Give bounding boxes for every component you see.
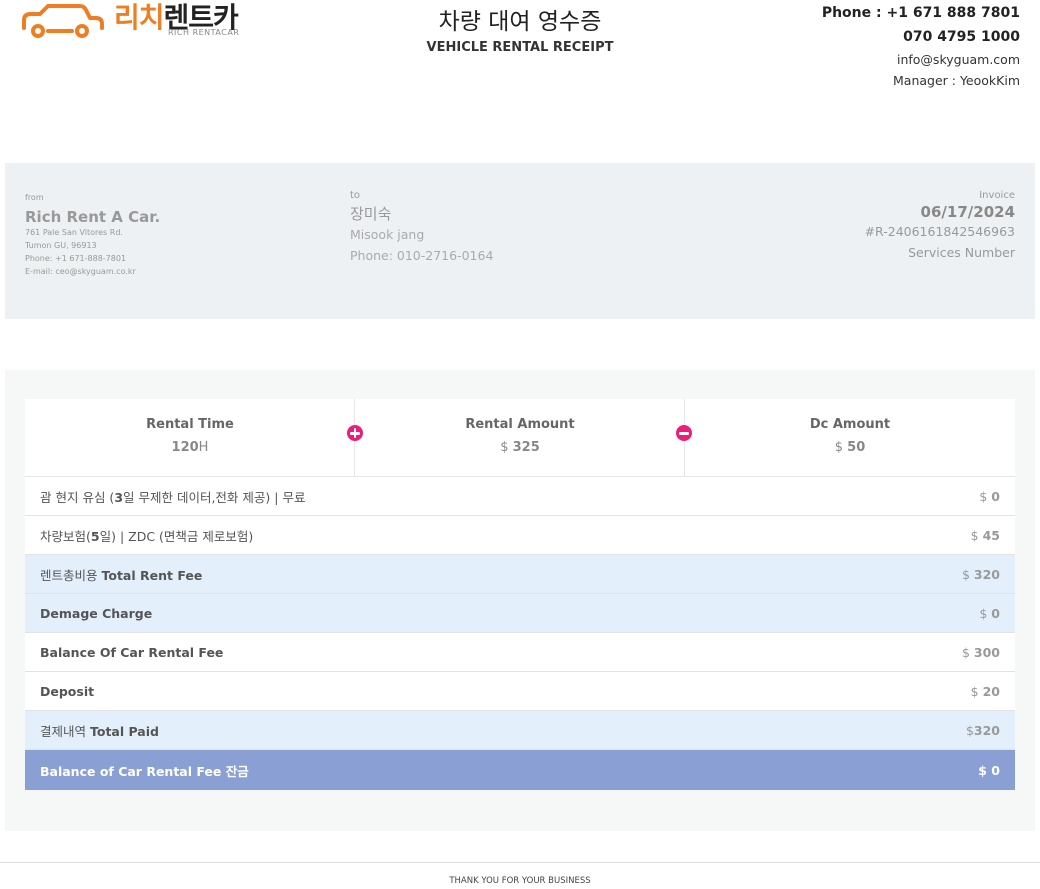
from-name: Rich Rent A Car.: [25, 208, 161, 226]
rental-time-cell: Rental Time 120H: [25, 399, 355, 476]
fee-amount: $ 0: [978, 762, 1000, 778]
fee-label: Balance of Car Rental Fee 잔금: [40, 763, 249, 779]
fee-amount: $ 45: [970, 527, 1000, 543]
invoice-label: Invoice: [979, 190, 1015, 201]
to-block: to 장미숙 Misook jang Phone: 010-2716-0164: [350, 190, 493, 266]
from-address-2: Tumon GU, 96913: [25, 241, 97, 250]
to-name-korean: 장미숙: [350, 205, 392, 223]
contact-phone-2: 070 4795 1000: [903, 29, 1020, 45]
to-phone: Phone: 010-2716-0164: [350, 248, 494, 263]
rental-amount-cell: Rental Amount $ 325: [355, 399, 685, 476]
contact-info: Phone : +1 671 888 7801 070 4795 1000 in…: [822, 4, 1020, 93]
fee-amount: $ 0: [979, 488, 1000, 504]
fee-row-usim: 괌 현지 유심 (3일 무제한 데이터,전화 제공) | 무료 $ 0: [25, 477, 1015, 516]
fee-amount: $ 300: [961, 644, 1000, 660]
dc-amount-label: Dc Amount: [809, 417, 891, 432]
fee-row-total-paid: 결제내역 Total Paid $320: [25, 711, 1015, 750]
dc-amount-value: $ 50: [834, 440, 866, 455]
from-address-1: 761 Pale San Vitores Rd.: [25, 228, 123, 237]
billing-info-panel: from Rich Rent A Car. 761 Pale San Vitor…: [5, 163, 1035, 319]
invoice-date: 06/17/2024: [920, 203, 1015, 221]
footer-divider: [0, 862, 1040, 863]
minus-icon: [676, 425, 692, 441]
contact-email: info@skyguam.com: [896, 52, 1020, 67]
rental-amount-label: Rental Amount: [465, 417, 575, 432]
from-email: E-mail: ceo@skyguam.co.kr: [25, 267, 136, 276]
fee-label: Demage Charge: [40, 605, 153, 621]
rental-time-label: Rental Time: [146, 417, 234, 432]
fee-label: Balance Of Car Rental Fee: [40, 644, 224, 660]
fees-panel: Rental Time 120H Rental Amount $ 325 Dc …: [5, 370, 1035, 831]
to-label: to: [350, 190, 361, 201]
fee-row-total-rent: 렌트총비용 Total Rent Fee $ 320: [25, 555, 1015, 594]
fee-row-deposit: Deposit $ 20: [25, 672, 1015, 711]
fee-rows: 괌 현지 유심 (3일 무제한 데이터,전화 제공) | 무료 $ 0 차량보험…: [25, 477, 1015, 790]
from-block: from Rich Rent A Car. 761 Pale San Vitor…: [25, 193, 160, 278]
contact-manager: Manager : YeookKim: [893, 73, 1020, 88]
fee-label: 렌트총비용 Total Rent Fee: [40, 567, 203, 583]
contact-phone: Phone : +1 671 888 7801: [821, 5, 1020, 21]
fee-amount: $ 0: [979, 605, 1000, 621]
footer-message: THANK YOU FOR YOUR BUSINESS: [449, 876, 591, 886]
fee-row-insurance: 차량보험(5일) | ZDC (면책금 제로보험) $ 45: [25, 516, 1015, 555]
fee-amount: $ 20: [970, 683, 1000, 699]
fee-amount: $320: [965, 722, 1000, 738]
plus-icon: [347, 425, 363, 441]
invoice-services: Services Number: [908, 245, 1015, 260]
dc-amount-cell: Dc Amount $ 50: [685, 399, 1015, 476]
rental-time-value: 120H: [171, 440, 209, 455]
from-label: from: [25, 193, 44, 202]
rental-summary: Rental Time 120H Rental Amount $ 325 Dc …: [25, 399, 1015, 477]
fee-label: 차량보험(5일) | ZDC (면책금 제로보험): [40, 528, 254, 544]
fee-label: 결제내역 Total Paid: [40, 723, 159, 739]
fee-row-damage-charge: Demage Charge $ 0: [25, 594, 1015, 633]
fee-row-remaining-balance: Balance of Car Rental Fee 잔금 $ 0: [25, 750, 1015, 790]
fee-row-balance: Balance Of Car Rental Fee $ 300: [25, 633, 1015, 672]
rental-amount-value: $ 325: [500, 440, 540, 455]
invoice-block: Invoice 06/17/2024 #R-2406161842546963 S…: [865, 190, 1015, 263]
fee-amount: $ 320: [961, 566, 1000, 582]
to-name-english: Misook jang: [350, 227, 425, 242]
fee-label: Deposit: [40, 683, 95, 699]
from-phone: Phone: +1 671-888-7801: [25, 254, 127, 263]
fee-label: 괌 현지 유심 (3일 무제한 데이터,전화 제공) | 무료: [40, 489, 306, 505]
invoice-number: #R-2406161842546963: [864, 224, 1015, 239]
